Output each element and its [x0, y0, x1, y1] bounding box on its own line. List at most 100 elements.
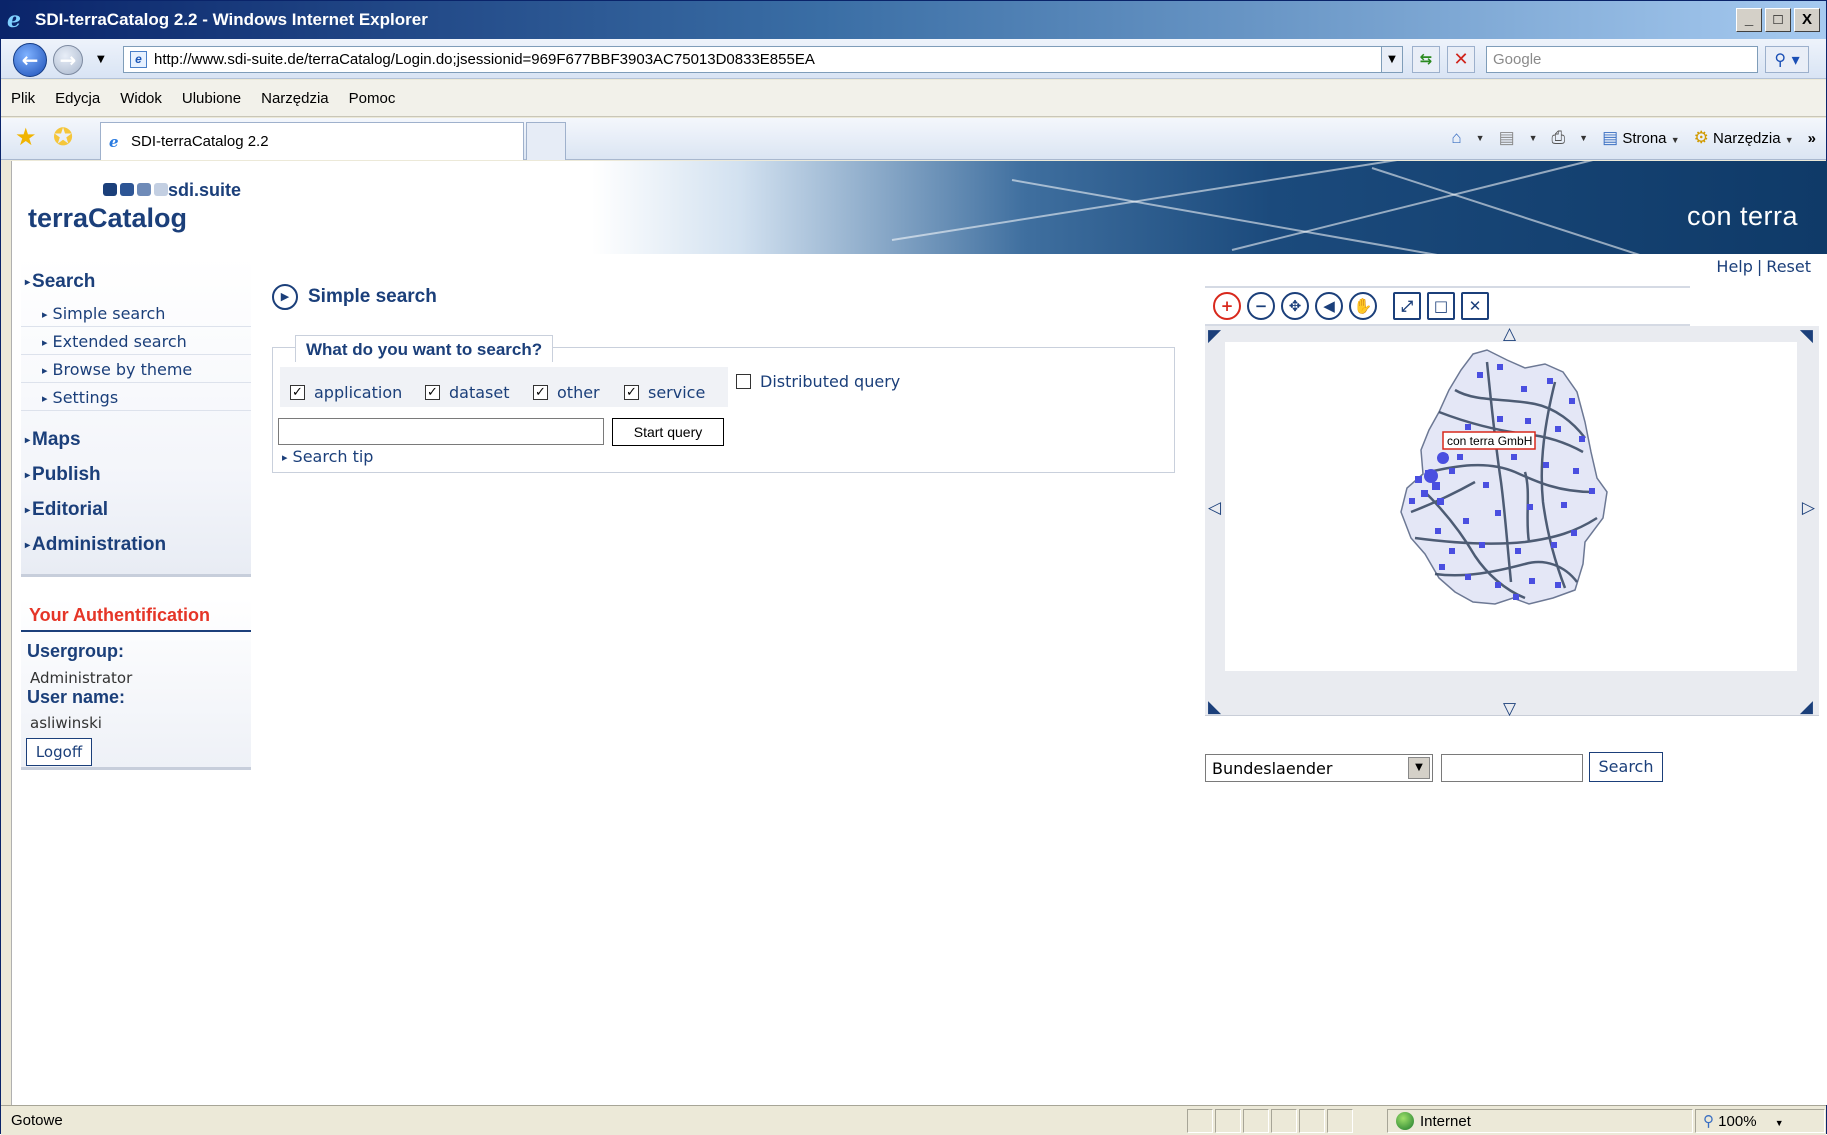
- pan-southeast-icon[interactable]: ◢: [1800, 697, 1813, 717]
- location-point: [1543, 462, 1549, 468]
- location-point: [1525, 418, 1531, 424]
- nav-administration[interactable]: ▸ Administration: [25, 534, 166, 556]
- menu-file[interactable]: Plik: [11, 90, 35, 107]
- back-icon[interactable]: ◀: [1315, 292, 1343, 320]
- new-tab-button[interactable]: [526, 122, 566, 160]
- tools-menu[interactable]: ⚙ Narzędzia ▼: [1694, 128, 1794, 148]
- zoom-extent-icon[interactable]: ⤢: [1393, 292, 1421, 320]
- nav-maps-label: Maps: [32, 429, 81, 450]
- nav-search[interactable]: ▸ Search: [25, 271, 95, 293]
- search-tip-link[interactable]: ▸ Search tip: [282, 447, 373, 466]
- maximize-button[interactable]: □: [1765, 8, 1791, 32]
- history-dropdown-icon[interactable]: ▼: [97, 54, 105, 65]
- query-input[interactable]: [278, 418, 604, 445]
- pan-northeast-icon[interactable]: ◥: [1800, 326, 1813, 346]
- location-point: [1479, 542, 1485, 548]
- menu-edit[interactable]: Edycja: [55, 90, 100, 107]
- hand-icon[interactable]: ✋: [1349, 292, 1377, 320]
- forward-button[interactable]: →: [53, 45, 83, 75]
- location-point: [1465, 574, 1471, 580]
- chevron-more-icon[interactable]: »: [1808, 130, 1816, 147]
- print-dropdown-icon[interactable]: ▼: [1579, 133, 1588, 143]
- checkbox-service[interactable]: ✓ service: [624, 383, 705, 402]
- checkbox-box[interactable]: ✓: [533, 385, 548, 400]
- auth-title: Your Authentification: [21, 598, 251, 632]
- minimize-button[interactable]: _: [1736, 8, 1762, 32]
- nav-editorial-label: Editorial: [32, 499, 109, 520]
- triangle-right-icon: ▸: [42, 336, 48, 349]
- checkbox-application[interactable]: ✓ application: [290, 383, 402, 402]
- refresh-icon[interactable]: ⇆: [1412, 46, 1440, 73]
- nav-settings[interactable]: ▸ Settings: [21, 383, 251, 411]
- triangle-right-icon: ▸: [25, 435, 31, 446]
- search-go-icon[interactable]: ⚲ ▾: [1765, 46, 1809, 73]
- stop-icon[interactable]: ✕: [1447, 46, 1475, 73]
- menu-help[interactable]: Pomoc: [349, 90, 396, 107]
- zoom-control[interactable]: ⚲ 100% ▼: [1703, 1112, 1784, 1130]
- tab-bar: ★ ✪ e SDI-terraCatalog 2.2 ⌂ ▼ ▤ ▼ ⎙ ▼ ▤ St…: [1, 118, 1826, 160]
- nav-editorial[interactable]: ▸ Editorial: [25, 499, 108, 521]
- add-favorite-icon[interactable]: ✪: [53, 125, 73, 149]
- logo-square: [120, 183, 134, 196]
- checkbox-box[interactable]: ✓: [425, 385, 440, 400]
- checkbox-box[interactable]: ✓: [290, 385, 305, 400]
- checkbox-box[interactable]: [736, 374, 751, 389]
- checkbox-dataset[interactable]: ✓ dataset: [425, 383, 510, 402]
- page-menu[interactable]: ▤ Strona ▼: [1602, 128, 1680, 148]
- pan-icon[interactable]: ✥: [1281, 292, 1309, 320]
- address-bar[interactable]: e http://www.sdi-suite.de/terraCatalog/L…: [123, 46, 1385, 73]
- pan-northwest-icon[interactable]: ◤: [1208, 326, 1221, 346]
- location-point: [1483, 482, 1489, 488]
- nav-maps[interactable]: ▸ Maps: [25, 429, 81, 451]
- location-point: [1415, 476, 1422, 483]
- nav-publish[interactable]: ▸ Publish: [25, 464, 101, 486]
- location-point: [1477, 372, 1483, 378]
- clear-icon[interactable]: ✕: [1461, 292, 1489, 320]
- feeds-icon[interactable]: ▤: [1499, 128, 1515, 148]
- menu-favorites[interactable]: Ulubione: [182, 90, 241, 107]
- nav-administration-label: Administration: [32, 534, 167, 555]
- address-dropdown-icon[interactable]: ▼: [1381, 46, 1403, 73]
- zoom-box-icon[interactable]: □: [1427, 292, 1455, 320]
- logoff-button[interactable]: Logoff: [26, 738, 92, 766]
- nav-browse-by-theme[interactable]: ▸ Browse by theme: [21, 355, 251, 383]
- map-search-input[interactable]: [1441, 754, 1583, 782]
- location-point: [1497, 364, 1503, 370]
- pan-north-icon[interactable]: △: [1503, 324, 1516, 344]
- map-canvas[interactable]: con terra GmbH: [1225, 342, 1797, 671]
- search-input[interactable]: Google: [1486, 46, 1758, 73]
- chevron-down-icon[interactable]: ▼: [1408, 757, 1430, 779]
- home-icon[interactable]: ⌂: [1451, 128, 1461, 148]
- back-button[interactable]: ←: [13, 43, 47, 77]
- help-link[interactable]: Help: [1716, 257, 1752, 276]
- map-frame: ◤ △ ◥ ◁ ▷ ◣ ▽ ◢ con terra GmbH: [1205, 324, 1819, 719]
- layer-select[interactable]: Bundeslaender ▼: [1205, 754, 1433, 782]
- favorites-star-icon[interactable]: ★: [15, 125, 37, 149]
- pan-south-icon[interactable]: ▽: [1503, 699, 1516, 719]
- germany-map: con terra GmbH: [1400, 349, 1608, 605]
- map-search-button[interactable]: Search: [1589, 752, 1663, 782]
- menu-tools[interactable]: Narzędzia: [261, 90, 329, 107]
- search-fieldset: [272, 347, 1175, 473]
- location-point: [1495, 510, 1501, 516]
- home-dropdown-icon[interactable]: ▼: [1476, 133, 1485, 143]
- checkbox-distributed-query[interactable]: Distributed query: [736, 372, 900, 391]
- reset-link[interactable]: Reset: [1766, 257, 1811, 276]
- close-button[interactable]: X: [1794, 8, 1820, 32]
- checkbox-other[interactable]: ✓ other: [533, 383, 600, 402]
- zoom-in-icon[interactable]: +: [1213, 292, 1241, 320]
- status-segment: [1327, 1109, 1353, 1133]
- security-zone[interactable]: Internet: [1396, 1112, 1471, 1130]
- menu-view[interactable]: Widok: [120, 90, 162, 107]
- feeds-dropdown-icon[interactable]: ▼: [1529, 133, 1538, 143]
- zoom-out-icon[interactable]: −: [1247, 292, 1275, 320]
- pan-west-icon[interactable]: ◁: [1208, 498, 1221, 518]
- pan-east-icon[interactable]: ▷: [1802, 498, 1815, 518]
- print-icon[interactable]: ⎙: [1552, 128, 1566, 148]
- tab-active[interactable]: e SDI-terraCatalog 2.2: [100, 122, 524, 160]
- nav-simple-search[interactable]: ▸ Simple search: [21, 299, 251, 327]
- nav-extended-search[interactable]: ▸ Extended search: [21, 327, 251, 355]
- start-query-button[interactable]: Start query: [612, 418, 724, 446]
- checkbox-box[interactable]: ✓: [624, 385, 639, 400]
- pan-southwest-icon[interactable]: ◣: [1208, 697, 1221, 717]
